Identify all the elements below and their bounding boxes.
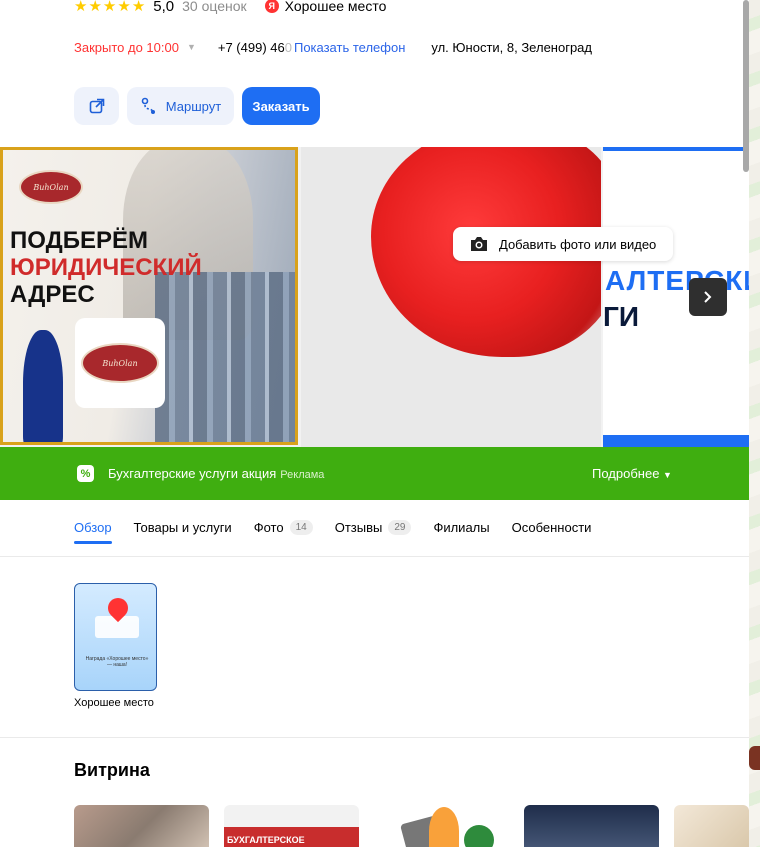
address[interactable]: ул. Юности, 8, Зеленоград [431,40,592,55]
tab-label: Фото [253,519,284,535]
map-marker-icon[interactable] [749,746,760,770]
tab-branches[interactable]: Филиалы [433,512,489,542]
showcase-item[interactable] [674,805,749,847]
yandex-badge-icon: Я [264,0,279,13]
showcase-item[interactable] [74,805,209,847]
gallery-photo-3[interactable]: АЛТЕРСКИ ГИ [603,147,749,447]
order-button[interactable]: Заказать [242,87,320,125]
promo-more-label: Подробнее [592,466,660,481]
showcase-item-label: БУХГАЛТЕРСКОЕ [224,827,359,847]
person-graphic [429,807,459,847]
rating-stars: ★ ★ ★ ★ ★ [74,0,145,14]
share-button[interactable] [74,87,119,125]
photo-3-bar [603,435,749,447]
award-card[interactable]: Награда «Хорошее место» — наша! [74,583,157,691]
tab-label: Обзор [74,519,112,535]
star-icon: ★ [117,0,131,15]
photo-headline: ПОДБЕРЁМ ЮРИДИЧЕСКИЙ АДРЕС [10,227,202,308]
star-icon: ★ [74,0,88,15]
show-phone-link[interactable]: Показать телефон [294,40,405,55]
tab-label: Филиалы [433,519,490,535]
tab-photos[interactable]: Фото 14 [254,512,313,542]
order-button-label: Заказать [252,98,310,114]
promo-title-text: Бухгалтерские услуги акция [108,466,277,481]
promo-banner[interactable]: % Бухгалтерские услуги акция Реклама Подр… [0,447,749,500]
route-button-label: Маршрут [165,98,222,114]
info-row: Закрыто до 10:00 ▼ +7 (499) 46 0 Показать… [74,37,592,57]
chevron-down-icon[interactable]: ▼ [187,42,196,52]
add-photo-button[interactable]: Добавить фото или видео [453,227,673,261]
showcase-item[interactable] [374,805,509,847]
tab-goods-and-services[interactable]: Товары и услуги [134,512,232,542]
rating-value: 5,0 [153,0,175,15]
photo-3-text-1: АЛТЕРСКИ [605,265,749,296]
map-view[interactable] [749,0,760,847]
company-logo: BuhOlan [19,170,83,204]
photo-gallery[interactable]: BuhOlan ПОДБЕРЁМ ЮРИДИЧЕСКИЙ АДРЕС BuhOl… [0,147,749,447]
tab-label: Отзывы [334,519,383,535]
percent-icon: % [77,465,94,482]
tabs-bar: Обзор Товары и услуги Фото 14 Отзывы 29 … [74,512,592,544]
showcase-item[interactable]: БУХГАЛТЕРСКОЕ [224,805,359,847]
chevron-right-icon [704,291,712,303]
reviews-count-link[interactable]: 30 оценок [182,0,247,14]
photo-3-text-2: ГИ [603,301,639,332]
promo-more-link[interactable]: Подробнее ▼ [592,466,672,481]
tab-reviews[interactable]: Отзывы 29 [335,512,412,542]
divider [0,737,749,738]
tab-label: Товары и услуги [133,519,232,535]
divider [0,556,749,557]
tab-count-badge: 29 [388,519,412,535]
gallery-next-button[interactable] [689,278,727,316]
showcase-list: БУХГАЛТЕРСКОЕ [74,805,749,847]
company-logo-card: BuhOlan [75,318,165,408]
action-buttons: Маршрут Заказать [74,87,320,125]
star-icon: ★ [102,0,117,15]
working-hours-status[interactable]: Закрыто до 10:00 [74,40,179,55]
justice-statue-figure [23,330,63,442]
star-icon: ★ [131,0,146,15]
tab-label: Особенности [511,519,592,535]
good-place-badge[interactable]: Хорошее место [285,0,387,14]
photo-headline-line-1: ПОДБЕРЁМ [10,227,149,254]
phone-number-hidden: 0 [284,39,292,55]
gallery-photo-1[interactable]: BuhOlan ПОДБЕРЁМ ЮРИДИЧЕСКИЙ АДРЕС BuhOl… [0,147,298,445]
add-photo-label: Добавить фото или видео [499,236,657,252]
route-button[interactable]: Маршрут [127,87,234,125]
company-logo: BuhOlan [81,343,159,383]
share-icon [89,98,104,114]
tab-features[interactable]: Особенности [512,512,592,542]
tab-count-badge: 14 [289,519,313,535]
gallery-photo-2[interactable] [301,147,601,447]
photo-headline-line-3: АДРЕС [10,281,95,308]
ad-label: Реклама [280,469,325,481]
star-icon: ★ [88,0,102,15]
showcase-item[interactable] [524,805,659,847]
phone-number: +7 (499) 46 [217,39,285,55]
photo-headline-line-2: ЮРИДИЧЕСКИЙ [10,254,202,281]
showcase-title: Витрина [74,760,150,780]
award-label: Хорошее место [74,697,154,709]
route-icon [141,97,155,114]
award-card-caption: Награда «Хорошее место» — наша! [85,656,149,668]
rating-row: ★ ★ ★ ★ ★ 5,0 30 оценок Я Хорошее место [74,0,386,16]
promo-title: Бухгалтерские услуги акция Реклама [108,466,324,481]
tab-overview[interactable]: Обзор [74,512,112,544]
camera-icon [471,237,487,251]
pie-chart-graphic [464,825,494,847]
caret-down-icon: ▼ [663,470,672,480]
